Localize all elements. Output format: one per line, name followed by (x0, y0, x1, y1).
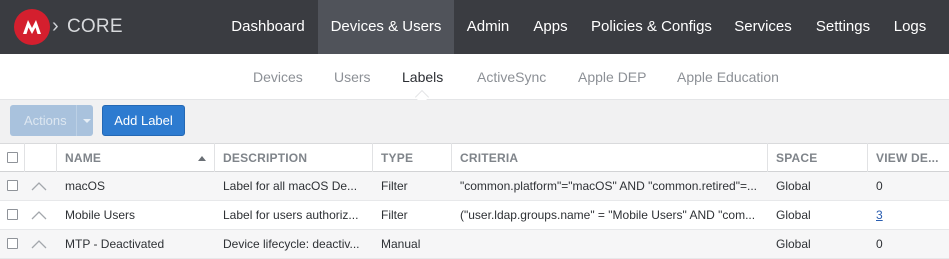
nav-policies-configs[interactable]: Policies & Configs (580, 0, 723, 54)
label-description: Device lifecycle: deactiv... (223, 237, 360, 251)
table-row[interactable]: Mobile Users Label for users authoriz...… (0, 201, 949, 230)
label-criteria: ("user.ldap.groups.name" = "Mobile Users… (460, 208, 756, 222)
expand-chevron-icon[interactable] (31, 239, 47, 249)
label-name[interactable]: Mobile Users (65, 201, 210, 229)
column-header-space[interactable]: SPACE (776, 144, 856, 172)
view-devices-link[interactable]: 3 (876, 201, 936, 229)
label-device-count: 0 (876, 179, 883, 193)
actions-button-label: Actions (24, 113, 67, 128)
expand-chevron-icon[interactable] (31, 210, 47, 220)
actions-button[interactable]: Actions (10, 105, 93, 136)
label-type: Filter (381, 179, 408, 193)
row-checkbox[interactable] (7, 180, 18, 191)
nav-settings[interactable]: Settings (803, 0, 883, 54)
table-row[interactable]: MTP - Deactivated Device lifecycle: deac… (0, 230, 949, 259)
top-navigation-bar: › CORE Dashboard Devices & Users Admin A… (0, 0, 949, 54)
sub-navigation: Devices Users Labels ActiveSync Apple DE… (0, 54, 949, 105)
add-label-button[interactable]: Add Label (102, 105, 185, 136)
tab-devices[interactable]: Devices (253, 54, 303, 100)
product-name: CORE (67, 16, 123, 37)
label-space: Global (776, 179, 811, 193)
tab-activesync[interactable]: ActiveSync (477, 54, 546, 100)
column-header-name[interactable]: NAME (65, 144, 195, 172)
column-header-description[interactable]: DESCRIPTION (223, 144, 363, 172)
column-divider (372, 143, 373, 172)
label-description: Label for all macOS De... (223, 179, 358, 193)
label-name[interactable]: MTP - Deactivated (65, 230, 210, 258)
tab-apple-education[interactable]: Apple Education (677, 54, 779, 100)
mobileiron-logo-icon[interactable] (14, 9, 50, 45)
chevron-down-icon[interactable] (83, 119, 91, 123)
nav-admin[interactable]: Admin (455, 0, 521, 54)
label-device-count: 0 (876, 237, 883, 251)
column-header-criteria[interactable]: CRITERIA (460, 144, 750, 172)
select-all-checkbox[interactable] (7, 152, 18, 163)
table-header: NAME DESCRIPTION TYPE CRITERIA SPACE VIE… (0, 143, 949, 172)
label-type: Filter (381, 208, 408, 222)
expand-chevron-icon[interactable] (31, 181, 47, 191)
label-name[interactable]: macOS (65, 172, 210, 200)
nav-logs[interactable]: Logs (883, 0, 937, 54)
row-checkbox[interactable] (7, 238, 18, 249)
tab-users[interactable]: Users (334, 54, 371, 100)
nav-apps[interactable]: Apps (521, 0, 580, 54)
label-type: Manual (381, 237, 421, 251)
toolbar: Actions Add Label (0, 100, 949, 143)
nav-devices-users[interactable]: Devices & Users (318, 0, 454, 54)
label-description: Label for users authoriz... (223, 208, 359, 222)
sort-ascending-icon[interactable] (198, 156, 206, 161)
column-divider (867, 143, 868, 172)
brand-chevron-icon: › (52, 15, 59, 37)
column-header-type[interactable]: TYPE (381, 144, 441, 172)
row-checkbox[interactable] (7, 209, 18, 220)
nav-dashboard[interactable]: Dashboard (218, 0, 318, 54)
column-divider (767, 143, 768, 172)
label-criteria (460, 230, 764, 258)
label-criteria: "common.platform"="macOS" AND "common.re… (460, 179, 757, 193)
label-space: Global (776, 237, 811, 251)
tab-apple-dep[interactable]: Apple DEP (578, 54, 646, 100)
actions-button-divider (76, 105, 77, 136)
column-divider (24, 143, 25, 172)
label-space: Global (776, 208, 811, 222)
column-divider (451, 143, 452, 172)
column-header-view-devices[interactable]: VIEW DE... (876, 144, 946, 172)
nav-services[interactable]: Services (723, 0, 803, 54)
column-divider (56, 143, 57, 172)
column-divider (214, 143, 215, 172)
table-row[interactable]: macOS Label for all macOS De... Filter "… (0, 172, 949, 201)
